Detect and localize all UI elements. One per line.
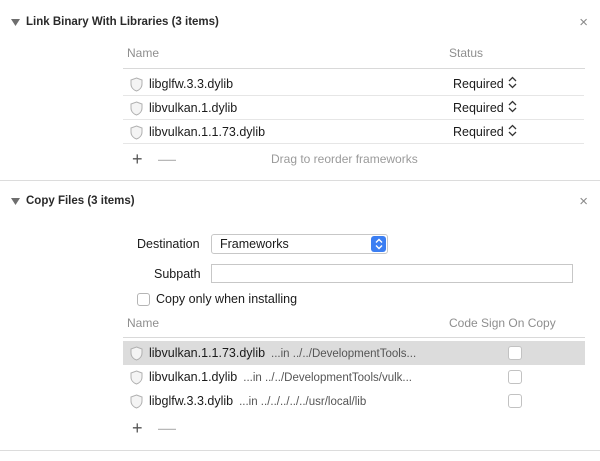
column-header-status: Status <box>449 46 484 60</box>
library-name: libvulkan.1.dylib <box>149 370 238 384</box>
section-title: Link Binary With Libraries (3 items) <box>26 16 219 28</box>
up-down-stepper-icon[interactable] <box>508 100 517 116</box>
column-header-name: Name <box>127 316 160 330</box>
copy-only-checkbox[interactable] <box>137 293 150 306</box>
up-down-stepper-icon[interactable] <box>508 76 517 92</box>
table-row[interactable]: libvulkan.1.1.73.dylib Required <box>123 120 584 144</box>
copy-only-label: Copy only when installing <box>156 292 298 306</box>
table-row[interactable]: libvulkan.1.dylib ...in ../../Developmen… <box>123 365 585 389</box>
up-down-stepper-icon[interactable] <box>508 124 517 140</box>
copy-files-section-header[interactable]: Copy Files (3 items) × <box>0 190 600 212</box>
library-icon <box>129 77 144 95</box>
code-sign-checkbox[interactable] <box>508 346 522 360</box>
remove-button[interactable]: — <box>158 419 176 437</box>
link-binary-section-header[interactable]: Link Binary With Libraries (3 items) × <box>0 11 600 33</box>
remove-button[interactable]: — <box>158 150 176 168</box>
subpath-input[interactable] <box>211 264 573 283</box>
chevron-up-down-icon[interactable] <box>371 236 386 252</box>
table-row[interactable]: libglfw.3.3.dylib ...in ../../../../../u… <box>123 389 585 413</box>
destination-select[interactable]: Frameworks <box>211 234 388 254</box>
add-button[interactable]: + <box>132 150 143 168</box>
table-row[interactable]: libvulkan.1.dylib Required <box>123 96 584 120</box>
subpath-label: Subpath <box>154 267 201 281</box>
table-row[interactable]: libvulkan.1.1.73.dylib ...in ../../Devel… <box>123 341 585 365</box>
destination-label: Destination <box>137 237 200 251</box>
file-name-group: libglfw.3.3.dylib ...in ../../../../../u… <box>149 394 366 408</box>
library-name: libglfw.3.3.dylib <box>149 76 234 91</box>
status-popup[interactable]: Required <box>453 100 517 116</box>
library-icon <box>129 394 144 412</box>
table-footer: + — <box>123 416 584 440</box>
table-top-border <box>123 337 585 338</box>
library-name: libvulkan.1.dylib <box>149 100 238 115</box>
table-footer: + — Drag to reorder frameworks <box>123 147 584 171</box>
library-name: libvulkan.1.1.73.dylib <box>149 124 266 139</box>
library-icon <box>129 346 144 364</box>
drag-hint: Drag to reorder frameworks <box>271 152 418 166</box>
status-value: Required <box>453 124 504 139</box>
disclosure-triangle-icon[interactable] <box>10 196 20 206</box>
library-path: ...in ../../DevelopmentTools... <box>271 348 417 360</box>
column-header-name: Name <box>127 46 160 60</box>
status-value: Required <box>453 100 504 115</box>
table-row[interactable]: libglfw.3.3.dylib Required <box>123 72 584 96</box>
library-path: ...in ../../../../../usr/local/lib <box>239 396 367 408</box>
code-sign-checkbox[interactable] <box>508 370 522 384</box>
status-popup[interactable]: Required <box>453 124 517 140</box>
library-icon <box>129 101 144 119</box>
close-icon[interactable]: × <box>579 194 588 209</box>
section-divider <box>0 180 600 181</box>
code-sign-checkbox[interactable] <box>508 394 522 408</box>
library-icon <box>129 370 144 388</box>
library-icon <box>129 125 144 143</box>
table-top-border <box>123 68 585 69</box>
status-value: Required <box>453 76 504 91</box>
status-popup[interactable]: Required <box>453 76 517 92</box>
section-title: Copy Files (3 items) <box>26 195 135 207</box>
file-name-group: libvulkan.1.1.73.dylib ...in ../../Devel… <box>149 346 416 360</box>
add-button[interactable]: + <box>132 419 143 437</box>
library-path: ...in ../../DevelopmentTools/vulk... <box>243 372 412 384</box>
library-name: libglfw.3.3.dylib <box>149 394 234 408</box>
close-icon[interactable]: × <box>579 15 588 30</box>
column-header-code-sign: Code Sign On Copy <box>449 316 556 330</box>
destination-value: Frameworks <box>220 237 289 251</box>
file-name-group: libvulkan.1.dylib ...in ../../Developmen… <box>149 370 412 384</box>
disclosure-triangle-icon[interactable] <box>10 17 20 27</box>
library-name: libvulkan.1.1.73.dylib <box>149 346 266 360</box>
section-divider <box>0 450 600 451</box>
